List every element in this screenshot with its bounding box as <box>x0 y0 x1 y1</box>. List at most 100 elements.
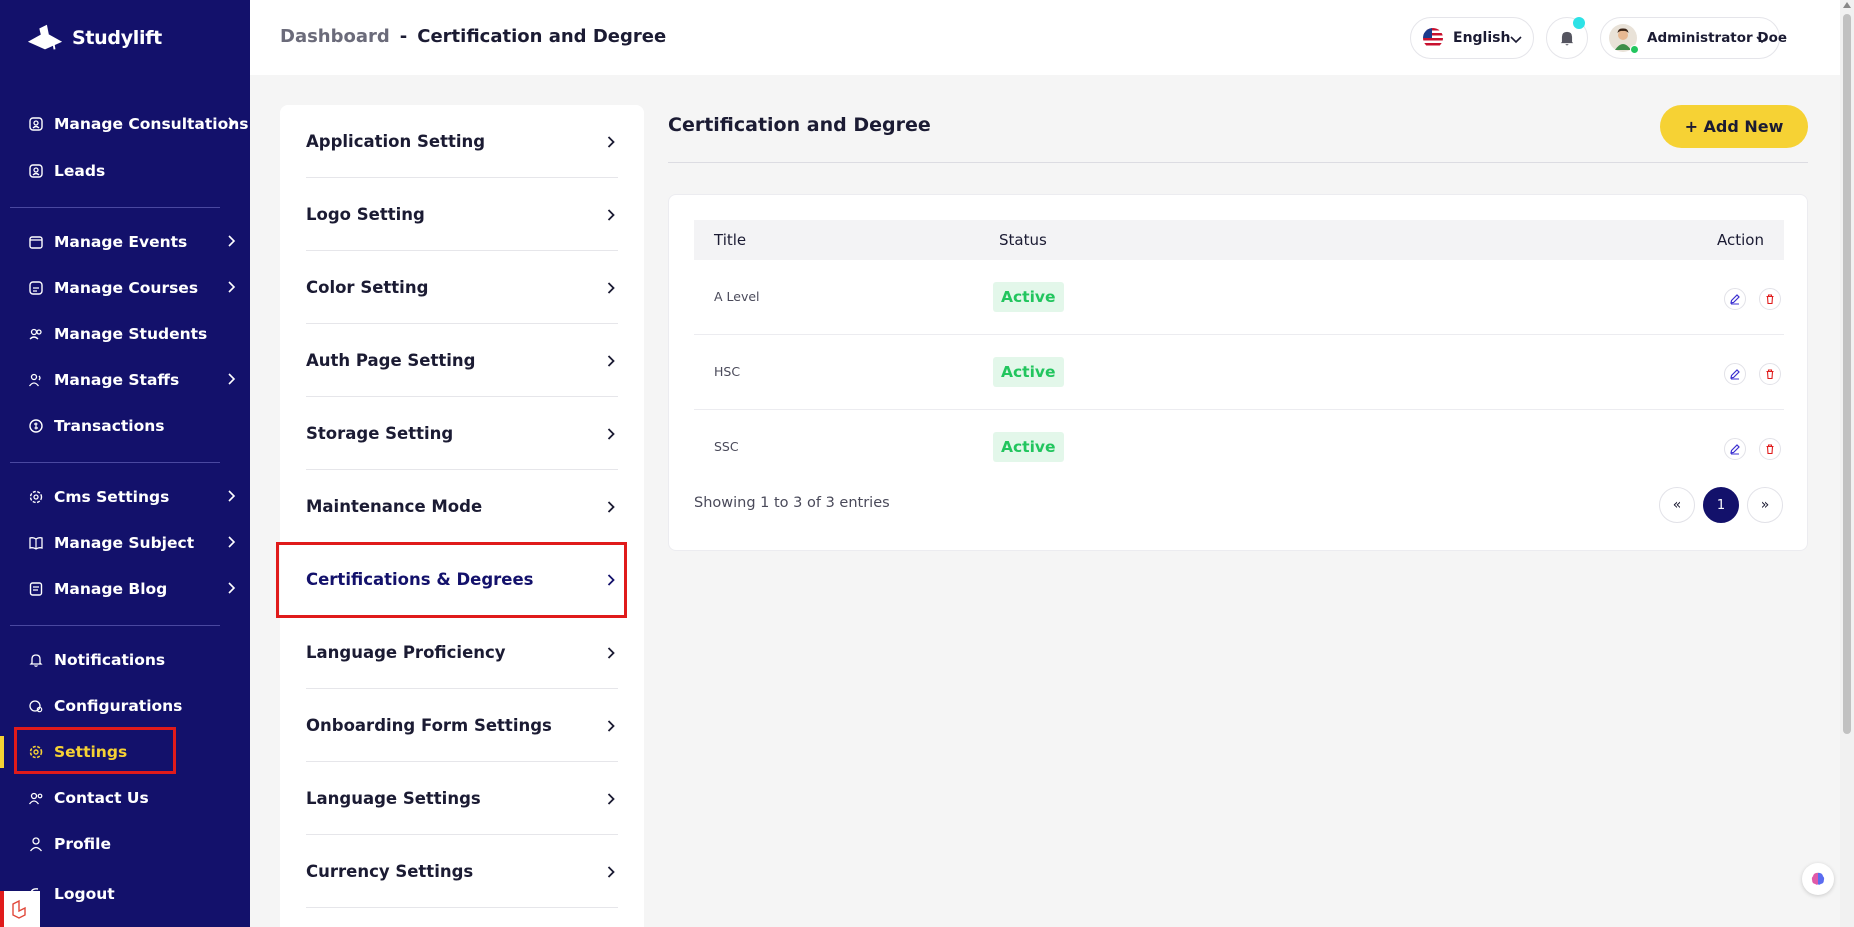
config-icon <box>28 698 44 714</box>
edit-button[interactable] <box>1724 438 1746 460</box>
sidebar-item-label: Manage Events <box>54 233 188 251</box>
user-badge-icon <box>28 163 44 179</box>
scroll-up-arrow-icon[interactable] <box>1843 2 1851 8</box>
chevron-right-icon <box>228 235 236 247</box>
pagination-next[interactable]: » <box>1747 487 1783 523</box>
sidebar-item-manage-staffs[interactable]: Manage Staffs <box>0 360 250 400</box>
pagination-prev[interactable]: « <box>1659 487 1695 523</box>
row-title: A Level <box>714 289 760 304</box>
course-icon <box>28 280 44 296</box>
notification-dot <box>1573 17 1585 29</box>
staff-icon <box>28 372 44 388</box>
language-selector[interactable]: English <box>1410 17 1534 59</box>
sidebar-item-label: Manage Blog <box>54 580 168 598</box>
sidebar-item-label: Manage Staffs <box>54 371 180 389</box>
edit-icon <box>1730 369 1740 380</box>
pagination-page-1[interactable]: 1 <box>1703 487 1739 523</box>
avatar <box>1609 24 1639 54</box>
sidebar-item-transactions[interactable]: Transactions <box>0 406 250 446</box>
us-flag-icon <box>1423 28 1443 48</box>
chevron-right-icon <box>228 582 236 594</box>
breadcrumb-root[interactable]: Dashboard <box>280 26 390 47</box>
book-icon <box>28 535 44 551</box>
sidebar-item-label: Leads <box>54 162 106 180</box>
delete-button[interactable] <box>1759 363 1781 385</box>
brand-logo[interactable]: Studylift <box>26 22 162 54</box>
delete-button[interactable] <box>1759 438 1781 460</box>
settings-item-label: Maintenance Mode <box>306 496 483 516</box>
sidebar-item-contact-us[interactable]: Contact Us <box>0 778 250 818</box>
chevron-down-icon <box>1756 36 1768 44</box>
entries-summary: Showing 1 to 3 of 3 entries <box>694 495 890 511</box>
chevron-right-icon <box>228 490 236 502</box>
sidebar-item-manage-events[interactable]: Manage Events <box>0 222 250 262</box>
settings-item-maintenance[interactable]: Maintenance Mode <box>306 470 618 543</box>
sidebar-item-manage-students[interactable]: Manage Students <box>0 314 250 354</box>
sidebar-item-label: Contact Us <box>54 789 149 807</box>
table-header: Title Status Action <box>694 220 1784 260</box>
sidebar-item-manage-blog[interactable]: Manage Blog <box>0 569 250 609</box>
settings-item-label: Language Settings <box>306 788 481 808</box>
sidebar-item-manage-courses[interactable]: Manage Courses <box>0 268 250 308</box>
breadcrumb: Dashboard - Certification and Degree <box>280 26 666 47</box>
settings-item-label: Color Setting <box>306 277 429 297</box>
sidebar-item-label: Manage Consultations <box>54 115 249 133</box>
settings-item-language-proficiency[interactable]: Language Proficiency <box>306 616 618 689</box>
table-row: HSC Active <box>694 335 1784 410</box>
settings-item-label: Logo Setting <box>306 204 425 224</box>
trash-icon <box>1766 294 1774 305</box>
scrollbar-thumb[interactable] <box>1843 14 1851 734</box>
edit-button[interactable] <box>1724 288 1746 310</box>
vertical-scrollbar[interactable] <box>1840 0 1854 927</box>
row-title: HSC <box>714 364 741 379</box>
chevron-right-icon <box>607 282 615 294</box>
settings-item-currency[interactable]: Currency Settings <box>306 835 618 908</box>
edit-button[interactable] <box>1724 363 1746 385</box>
chevron-down-icon <box>1510 36 1522 44</box>
user-menu[interactable]: Administrator Doe <box>1600 17 1787 59</box>
sidebar-item-cms-settings[interactable]: Cms Settings <box>0 477 250 517</box>
chevron-right-icon <box>607 793 615 805</box>
breadcrumb-separator: - <box>399 26 408 47</box>
sidebar-item-configurations[interactable]: Configurations <box>0 686 250 726</box>
sidebar-item-label: Manage Subject <box>54 534 195 552</box>
calendar-icon <box>28 234 44 250</box>
settings-highlight-box <box>14 727 176 774</box>
blog-icon <box>28 581 44 597</box>
sidebar-item-manage-subject[interactable]: Manage Subject <box>0 523 250 563</box>
assistant-button[interactable] <box>1802 863 1834 895</box>
sidebar-item-label: Cms Settings <box>54 488 170 506</box>
cms-gear-icon <box>28 489 44 505</box>
add-new-button[interactable]: + Add New <box>1660 105 1808 148</box>
sidebar-item-label: Logout <box>54 885 115 903</box>
chevron-right-icon <box>607 428 615 440</box>
sidebar-item-manage-consultations[interactable]: Manage Consultations <box>0 104 250 144</box>
graduation-cap-logo-icon <box>27 24 63 50</box>
students-icon <box>28 326 44 342</box>
table-row: A Level Active <box>694 260 1784 335</box>
settings-item-onboarding-form[interactable]: Onboarding Form Settings <box>306 689 618 762</box>
settings-item-color[interactable]: Color Setting <box>306 251 618 324</box>
sidebar-item-profile[interactable]: Profile <box>0 824 250 864</box>
chevron-right-icon <box>228 117 236 129</box>
sidebar-item-notifications[interactable]: Notifications <box>0 640 250 680</box>
debug-badge[interactable] <box>0 891 40 927</box>
brand-name: Studylift <box>72 27 162 49</box>
user-badge-icon <box>28 116 44 132</box>
settings-item-application[interactable]: Application Setting <box>306 105 618 178</box>
sidebar-divider <box>10 462 220 463</box>
settings-item-auth-page[interactable]: Auth Page Setting <box>306 324 618 397</box>
delete-button[interactable] <box>1759 288 1781 310</box>
settings-item-language[interactable]: Language Settings <box>306 762 618 835</box>
chevron-right-icon <box>607 136 615 148</box>
status-badge: Active <box>993 357 1064 387</box>
bell-icon <box>1560 31 1574 46</box>
page-title: Certification and Degree <box>668 114 931 136</box>
sidebar-item-leads[interactable]: Leads <box>0 151 250 191</box>
chevron-right-icon <box>228 281 236 293</box>
settings-item-storage[interactable]: Storage Setting <box>306 397 618 470</box>
column-title: Title <box>714 231 747 249</box>
certifications-highlight-box <box>276 542 627 618</box>
settings-item-logo[interactable]: Logo Setting <box>306 178 618 251</box>
settings-item-label: Auth Page Setting <box>306 350 476 370</box>
